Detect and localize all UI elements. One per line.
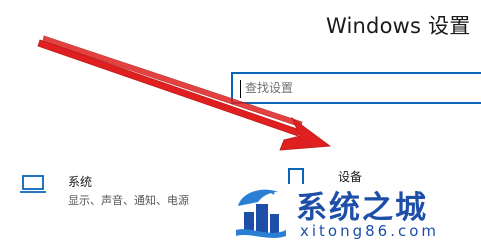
- page-title: Windows 设置: [326, 14, 471, 38]
- search-box[interactable]: [231, 72, 481, 104]
- watermark-url: xitong86.com: [300, 222, 440, 240]
- tile-system-subtitle: 显示、声音、通知、电源: [68, 194, 189, 207]
- settings-window: Windows 设置 系统 显示、声音、通知、电源 设备: [0, 0, 481, 247]
- watermark-text: 系统之城: [295, 189, 428, 227]
- watermark: 系统之城 xitong86.com: [226, 176, 481, 247]
- laptop-icon: [20, 174, 48, 198]
- tile-system-title: 系统: [68, 175, 93, 189]
- tile-system[interactable]: 系统 显示、声音、通知、电源: [14, 168, 234, 228]
- city-logo-icon: [236, 189, 286, 238]
- search-input[interactable]: [239, 78, 475, 98]
